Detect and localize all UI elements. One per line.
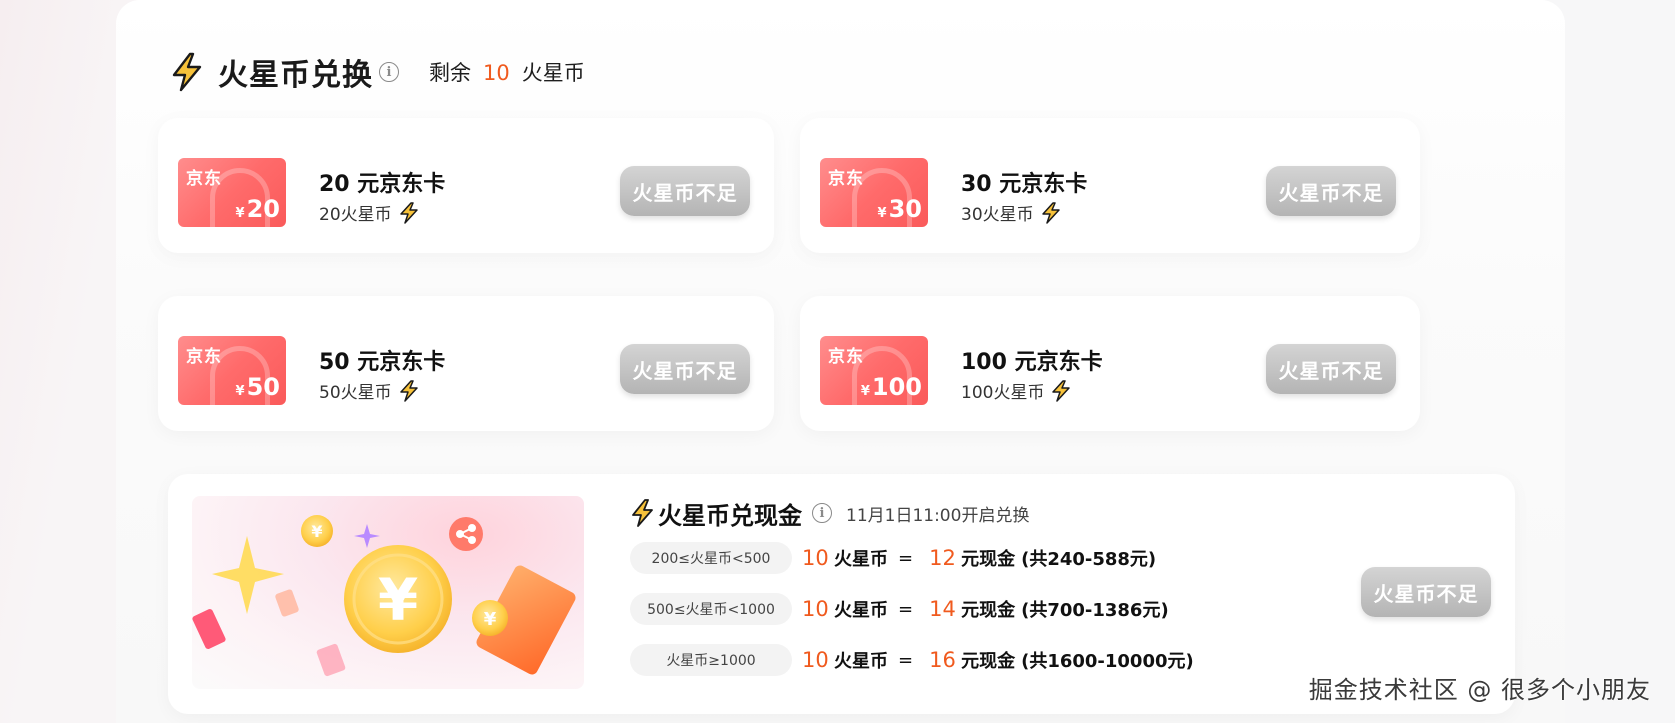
- insufficient-coins-button[interactable]: 火星币不足: [620, 344, 750, 394]
- face-value: 20: [246, 195, 280, 223]
- tier-cash-amount: 12: [929, 546, 956, 570]
- insufficient-coins-button[interactable]: 火星币不足: [1266, 166, 1396, 216]
- currency-symbol: ¥: [877, 206, 887, 221]
- gift-card-item: 京东 ¥100 100 元京东卡 100火星币 火星币不足: [800, 296, 1420, 431]
- watermark-text: 掘金技术社区 @ 很多个小朋友: [1308, 676, 1651, 704]
- tier-total-range: (共240-588元): [1021, 549, 1157, 570]
- insufficient-coins-button[interactable]: 火星币不足: [620, 166, 750, 216]
- gift-card-item: 京东 ¥20 20 元京东卡 20火星币 火星币不足: [158, 118, 774, 253]
- lightning-bolt-icon: [172, 52, 202, 92]
- exchange-tier-row: 火星币≥1000 10 火星币 = 16 元现金 (共1600-10000元): [630, 643, 1194, 677]
- svg-text:¥: ¥: [311, 522, 322, 541]
- jd-brand-label: 京东: [828, 347, 864, 367]
- svg-text:¥: ¥: [378, 566, 418, 634]
- jd-brand-label: 京东: [828, 169, 864, 189]
- face-value: 30: [888, 195, 922, 223]
- balance-prefix: 剩余: [429, 61, 471, 85]
- jd-card-image: 京东 ¥20: [178, 158, 286, 227]
- tier-coin-amount: 10: [802, 648, 829, 672]
- gift-cost: 20火星币: [319, 200, 420, 225]
- info-icon[interactable]: i: [379, 62, 399, 82]
- coin-illustration-art: ¥ ¥ ¥: [192, 515, 576, 677]
- equals-sign: =: [898, 649, 914, 671]
- info-icon[interactable]: i: [812, 503, 832, 523]
- insufficient-coins-button[interactable]: 火星币不足: [1361, 567, 1491, 617]
- gift-cost-text: 100火星币: [961, 383, 1045, 403]
- lightning-bolt-icon: [399, 201, 418, 224]
- gift-card-item: 京东 ¥30 30 元京东卡 30火星币 火星币不足: [800, 118, 1420, 253]
- tier-cash-amount: 16: [929, 648, 956, 672]
- tier-coin-label: 火星币: [834, 549, 888, 570]
- tier-cash-amount: 14: [929, 597, 956, 621]
- open-time-text: 11月1日11:00开启兑换: [846, 505, 1030, 526]
- card-face-value: ¥50: [236, 373, 280, 401]
- gift-card-item: 京东 ¥50 50 元京东卡 50火星币 火星币不足: [158, 296, 774, 431]
- jd-card-image: 京东 ¥30: [820, 158, 928, 227]
- tier-coin-label: 火星币: [834, 600, 888, 621]
- gift-name: 100 元京东卡: [961, 350, 1103, 375]
- face-value: 50: [246, 373, 280, 401]
- gift-cost-text: 30火星币: [961, 205, 1034, 225]
- gift-name: 50 元京东卡: [319, 350, 446, 375]
- tier-cash-label: 元现金: [961, 651, 1016, 672]
- card-face-value: ¥30: [878, 195, 922, 223]
- gift-cost: 30火星币: [961, 200, 1062, 225]
- gift-cost: 100火星币: [961, 378, 1072, 403]
- jd-brand-label: 京东: [186, 169, 222, 189]
- jd-card-image: 京东 ¥50: [178, 336, 286, 405]
- coin-balance: 剩余 10 火星币: [429, 57, 585, 87]
- tier-total-range: (共1600-10000元): [1021, 651, 1194, 672]
- balance-unit: 火星币: [521, 61, 585, 85]
- exchange-tier-row: 200≤火星币<500 10 火星币 = 12 元现金 (共240-588元): [630, 541, 1156, 575]
- lightning-bolt-icon: [1052, 379, 1071, 402]
- gift-name: 30 元京东卡: [961, 172, 1088, 197]
- tier-range-pill: 200≤火星币<500: [630, 542, 792, 574]
- tier-range-pill: 500≤火星币<1000: [630, 593, 792, 625]
- lightning-bolt-icon: [1041, 201, 1060, 224]
- equals-sign: =: [898, 598, 914, 620]
- cash-coin-illustration: ¥ ¥ ¥: [192, 496, 584, 689]
- tier-coin-amount: 10: [802, 546, 829, 570]
- tier-range-pill: 火星币≥1000: [630, 644, 792, 676]
- cash-exchange-header: 火星币兑现金 i 11月1日11:00开启兑换: [630, 496, 1029, 530]
- card-face-value: ¥100: [861, 373, 922, 401]
- exchange-header: 火星币兑换 i 剩余 10 火星币: [168, 50, 585, 94]
- insufficient-coins-button[interactable]: 火星币不足: [1266, 344, 1396, 394]
- page-title: 火星币兑换: [218, 58, 373, 93]
- exchange-panel: 火星币兑换 i 剩余 10 火星币 京东 ¥20 20 元京东卡 20火星币 火…: [116, 0, 1565, 723]
- svg-text:¥: ¥: [484, 609, 497, 630]
- lightning-bolt-icon: [399, 379, 418, 402]
- gift-cost-text: 20火星币: [319, 205, 392, 225]
- currency-symbol: ¥: [235, 206, 245, 221]
- tier-cash-label: 元现金: [961, 549, 1016, 570]
- gift-cost-text: 50火星币: [319, 383, 392, 403]
- gift-name: 20 元京东卡: [319, 172, 446, 197]
- jd-card-image: 京东 ¥100: [820, 336, 928, 405]
- tier-coin-amount: 10: [802, 597, 829, 621]
- jd-brand-label: 京东: [186, 347, 222, 367]
- currency-symbol: ¥: [235, 384, 245, 399]
- tier-total-range: (共700-1386元): [1021, 600, 1169, 621]
- gift-cost: 50火星币: [319, 378, 420, 403]
- exchange-tier-row: 500≤火星币<1000 10 火星币 = 14 元现金 (共700-1386元…: [630, 592, 1169, 626]
- face-value: 100: [871, 373, 922, 401]
- currency-symbol: ¥: [860, 384, 870, 399]
- balance-value: 10: [483, 61, 510, 85]
- cash-exchange-title: 火星币兑现金: [658, 501, 802, 530]
- equals-sign: =: [898, 547, 914, 569]
- lightning-bolt-icon: [632, 499, 653, 527]
- card-face-value: ¥20: [236, 195, 280, 223]
- tier-cash-label: 元现金: [961, 600, 1016, 621]
- tier-coin-label: 火星币: [834, 651, 888, 672]
